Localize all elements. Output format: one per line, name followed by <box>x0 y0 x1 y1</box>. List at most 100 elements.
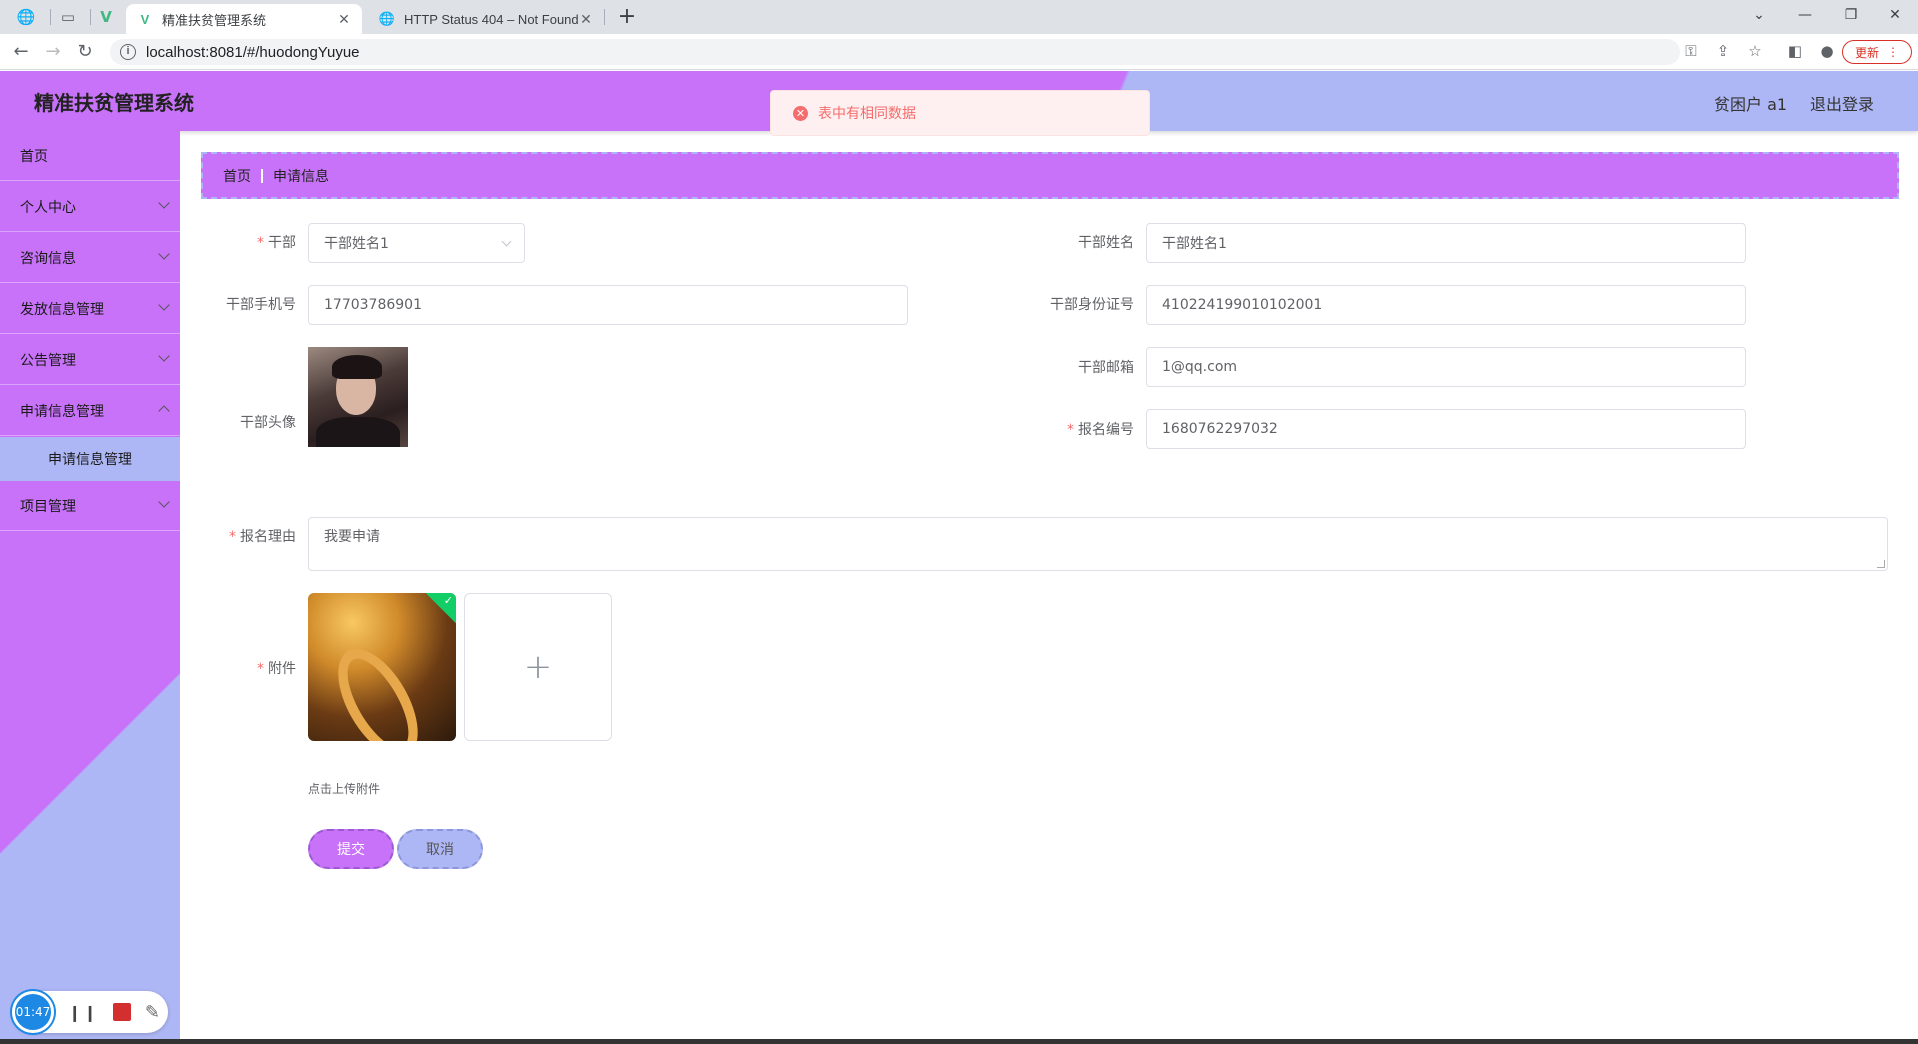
tab-title: 精准扶贫管理系统 <box>162 12 267 28</box>
star-icon[interactable]: ☆ <box>1744 42 1766 62</box>
cadre-name-label: 干部姓名 <box>1078 235 1134 251</box>
side-panel-icon[interactable]: ◧ <box>1784 42 1806 62</box>
sidebar-item-distribution[interactable]: 发放信息管理 <box>0 284 180 334</box>
chevron-down-icon <box>158 248 170 260</box>
reg-no-field[interactable]: 1680762297032 <box>1146 409 1746 449</box>
cadre-select-value: 干部姓名1 <box>324 236 389 252</box>
globe-icon[interactable]: 🌐 <box>10 6 42 28</box>
logout-link[interactable]: 退出登录 <box>1810 91 1874 115</box>
chevron-down-icon <box>501 236 512 247</box>
reason-value: 我要申请 <box>324 529 380 545</box>
email-label: 干部邮箱 <box>1078 360 1134 376</box>
tab-active[interactable]: V 精准扶贫管理系统 ✕ <box>126 4 362 34</box>
url-bar[interactable]: i localhost:8081/#/huodongYuyue <box>110 39 1680 65</box>
browser-tab-bar: 🌐 ▭ V V 精准扶贫管理系统 ✕ 🌐 HTTP Status 404 – N… <box>0 0 1918 34</box>
screen-recorder-widget: 01:47 ❙❙ ✎ <box>12 991 168 1033</box>
sidebar-item-application[interactable]: 申请信息管理 <box>0 386 180 436</box>
update-label: 更新 <box>1854 45 1879 60</box>
chevron-up-icon <box>158 405 170 417</box>
tab-search-icon[interactable]: ⌄ <box>1736 0 1782 30</box>
share-icon[interactable]: ⇪ <box>1712 42 1734 62</box>
avatar-label: 干部头像 <box>240 415 296 431</box>
id-number-label: 干部身份证号 <box>1050 297 1134 313</box>
vue-icon[interactable]: V <box>90 6 122 28</box>
restore-button[interactable]: ❐ <box>1828 0 1874 30</box>
user-name: 贫困户 a1 <box>1714 95 1788 114</box>
tab-404[interactable]: 🌐 HTTP Status 404 – Not Found ✕ <box>368 4 604 34</box>
upload-tip: 点击上传附件 <box>308 782 381 796</box>
cancel-button[interactable]: 取消 <box>397 829 483 869</box>
reg-no-value: 1680762297032 <box>1162 421 1278 437</box>
reload-button[interactable]: ↻ <box>72 40 98 64</box>
info-icon[interactable]: i <box>120 44 136 60</box>
more-icon: ⋮ <box>1887 45 1899 59</box>
breadcrumb-separator <box>261 168 263 183</box>
chevron-down-icon <box>158 350 170 362</box>
recording-timer: 01:47 <box>12 991 54 1033</box>
phone-value: 17703786901 <box>324 297 422 313</box>
sidebar-item-label: 咨询信息 <box>20 250 76 267</box>
email-field[interactable]: 1@qq.com <box>1146 347 1746 387</box>
address-toolbar: ← → ↻ i localhost:8081/#/huodongYuyue ⚿ … <box>0 34 1918 70</box>
toast-message: 表中有相同数据 <box>818 106 916 122</box>
cadre-label: * 干部 <box>257 235 296 251</box>
breadcrumb-home[interactable]: 首页 <box>223 166 251 186</box>
sidebar-item-profile[interactable]: 个人中心 <box>0 182 180 232</box>
sidebar-item-label: 项目管理 <box>20 498 76 515</box>
pause-icon[interactable]: ❙❙ <box>68 1003 99 1022</box>
sidebar-item-project[interactable]: 项目管理 <box>0 481 180 531</box>
error-icon: ✕ <box>793 105 808 121</box>
close-icon[interactable]: ✕ <box>578 11 594 28</box>
sidebar-item-label: 个人中心 <box>20 199 76 216</box>
attachment-thumbnail[interactable]: ✓ <box>308 593 456 741</box>
cadre-name-value: 干部姓名1 <box>1162 236 1227 252</box>
sidebar-item-consult[interactable]: 咨询信息 <box>0 233 180 283</box>
phone-label: 干部手机号 <box>226 297 296 313</box>
cadre-avatar-image <box>308 347 408 447</box>
reason-label: * 报名理由 <box>229 529 296 545</box>
error-toast: ✕ 表中有相同数据 <box>770 90 1150 136</box>
url-text: localhost:8081/#/huodongYuyue <box>146 43 360 61</box>
sidebar-item-label: 首页 <box>20 148 48 165</box>
back-button[interactable]: ← <box>8 40 34 64</box>
new-tab-button[interactable]: + <box>614 4 640 30</box>
upload-add-button[interactable]: + <box>464 593 612 741</box>
tab-separator <box>50 9 51 25</box>
plus-icon: + <box>523 647 553 687</box>
profile-icon[interactable]: ● <box>1816 42 1838 62</box>
reason-textarea[interactable]: 我要申请 <box>308 517 1888 571</box>
taskbar-edge <box>0 1039 1918 1044</box>
minimize-button[interactable]: — <box>1782 0 1828 30</box>
sidebar-item-label: 发放信息管理 <box>20 301 104 318</box>
app-title: 精准扶贫管理系统 <box>34 91 194 115</box>
key-icon[interactable]: ⚿ <box>1680 42 1702 62</box>
breadcrumb-current: 申请信息 <box>273 168 329 185</box>
chevron-down-icon <box>158 299 170 311</box>
blank-tab-icon[interactable]: ▭ <box>52 6 84 28</box>
tab-title: HTTP Status 404 – Not Found <box>404 11 578 27</box>
window-close-button[interactable]: ✕ <box>1872 0 1918 30</box>
email-value: 1@qq.com <box>1162 359 1238 375</box>
sidebar-subitem-application-manage[interactable]: 申请信息管理 <box>0 437 180 481</box>
id-number-field[interactable]: 410224199010102001 <box>1146 285 1746 325</box>
close-icon[interactable]: ✕ <box>336 11 352 28</box>
vue-icon: V <box>140 11 150 27</box>
pen-icon[interactable]: ✎ <box>145 1002 160 1023</box>
sidebar-item-label: 申请信息管理 <box>48 452 132 468</box>
update-button[interactable]: 更新 ⋮ <box>1842 40 1912 64</box>
id-number-value: 410224199010102001 <box>1162 297 1323 313</box>
sidebar-item-label: 申请信息管理 <box>20 403 104 420</box>
submit-button[interactable]: 提交 <box>308 829 394 869</box>
stop-icon[interactable] <box>112 1003 131 1021</box>
cadre-select[interactable]: 干部姓名1 <box>308 223 525 263</box>
phone-field[interactable]: 17703786901 <box>308 285 908 325</box>
resize-handle-icon[interactable] <box>1877 560 1885 568</box>
sidebar-item-home[interactable]: 首页 <box>0 131 180 181</box>
check-icon: ✓ <box>443 594 453 607</box>
forward-button[interactable]: → <box>40 40 66 64</box>
tab-separator <box>604 9 605 25</box>
cadre-name-field[interactable]: 干部姓名1 <box>1146 223 1746 263</box>
sidebar-item-label: 公告管理 <box>20 352 76 369</box>
sidebar-item-notice[interactable]: 公告管理 <box>0 335 180 385</box>
chevron-down-icon <box>158 197 170 209</box>
